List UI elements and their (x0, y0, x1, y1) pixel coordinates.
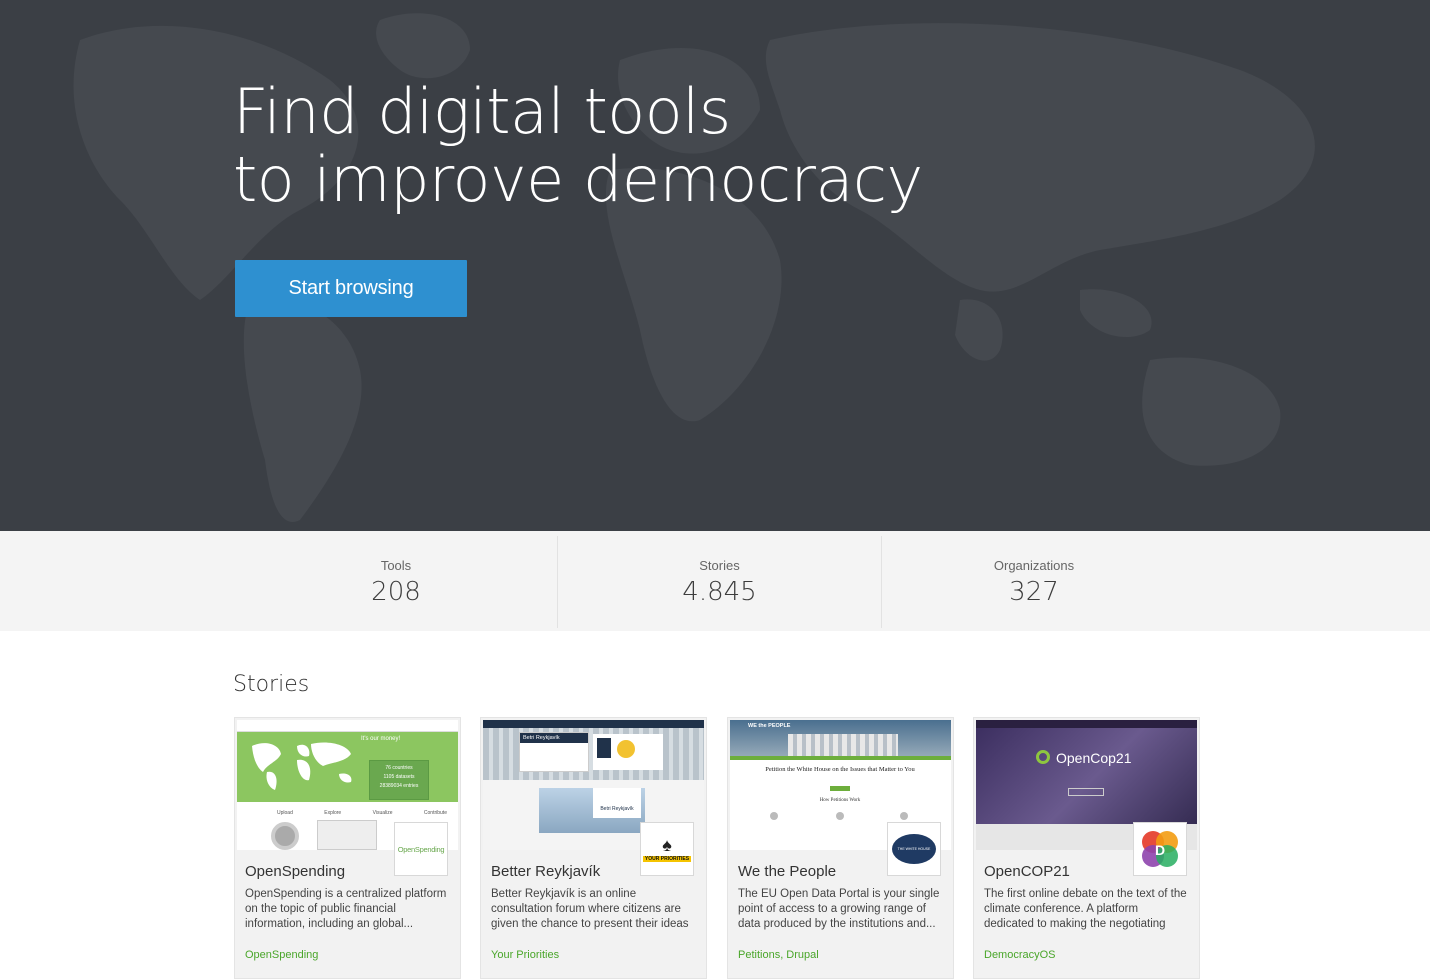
stat-label: Organizations (993, 558, 1075, 573)
story-card-title[interactable]: OpenCOP21 (984, 863, 1070, 880)
stat-label: Tools (380, 558, 412, 573)
thumb-emblem (593, 734, 663, 770)
democracyos-icon: D (1142, 831, 1178, 867)
thumb-headline: It's our money! (361, 736, 401, 742)
start-browsing-button[interactable]: Start browsing (235, 260, 467, 317)
story-card-tags[interactable]: DemocracyOS (984, 949, 1056, 961)
hero-banner: Find digital tools to improve democracy … (0, 0, 1430, 531)
story-card-description: Better Reykjavík is an online consultati… (491, 888, 689, 930)
hero-title-line-1: Find digital tools (233, 75, 731, 148)
story-card-title[interactable]: Better Reykjavík (491, 863, 600, 880)
thumb-headline: Petition the White House on the Issues t… (765, 766, 915, 773)
story-card-title[interactable]: We the People (738, 863, 836, 880)
stat-value: 4.845 (682, 577, 757, 607)
story-card-we-the-people[interactable]: WE the PEOPLE Petition the White House o… (727, 717, 954, 979)
thumb-menu: Upload Explore Visualize Contribute (277, 810, 447, 816)
stories-section-title: Stories (233, 672, 310, 697)
thumb-sub: Betri Reykjavík (593, 788, 641, 818)
story-card-opencop21[interactable]: OpenCop21 D OpenCOP21 The first online d… (973, 717, 1200, 979)
white-house-logo: THE WHITE HOUSE (887, 822, 941, 876)
stat-label: Stories (699, 558, 740, 573)
stat-stories[interactable]: Stories 4.845 (558, 536, 881, 628)
story-card-better-reykjavik[interactable]: Betri Reykjavík Betri Reykjavík ♠ YOUR P… (480, 717, 707, 979)
stat-tools[interactable]: Tools 208 (235, 536, 557, 628)
opencop-mark (1036, 750, 1050, 764)
story-card-tags[interactable]: OpenSpending (245, 949, 318, 961)
thumb-chart-circle (271, 822, 299, 850)
world-map-thumbnail (252, 742, 352, 790)
openspending-logo: OpenSpending (394, 822, 448, 876)
stat-value: 327 (1009, 577, 1059, 607)
thumb-headline: Betri Reykjavík (520, 733, 588, 743)
thumb-count-entries: 28389034 entries (379, 783, 419, 789)
democracyos-logo: D (1133, 822, 1187, 876)
story-card-title[interactable]: OpenSpending (245, 863, 345, 880)
stats-bar: Tools 208 Stories 4.845 Organizations 32… (0, 531, 1430, 631)
thumb-menu-upload: Upload (277, 810, 293, 816)
thumb-count-countries: 76 countries (385, 765, 413, 771)
thumb-menu-explore: Explore (324, 810, 342, 816)
thumb-panel: Betri Reykjavík (519, 732, 589, 772)
thumb-sub: How Petitions Work (819, 798, 861, 803)
thumb-table (317, 820, 377, 850)
your-priorities-logo: ♠ YOUR PRIORITIES (640, 822, 694, 876)
hero-title-line-2: to improve democracy (233, 143, 923, 216)
thumb-menu-contribute: Contribute (423, 810, 447, 816)
thumb-brand: OpenCop21 (1056, 750, 1132, 766)
svg-text:D: D (1155, 842, 1165, 858)
stat-organizations[interactable]: Organizations 327 (882, 536, 1186, 628)
hero-title: Find digital tools to improve democracy (233, 78, 923, 214)
story-card-description: The first online debate on the text of t… (984, 888, 1187, 930)
thumb-counts: 76 countries 1105 datasets 28389034 entr… (369, 760, 429, 800)
story-card-tags[interactable]: Petitions, Drupal (738, 949, 819, 961)
story-card-description: The EU Open Data Portal is your single p… (738, 888, 940, 930)
stat-value: 208 (371, 577, 421, 607)
story-card-description: OpenSpending is a centralized platform o… (245, 888, 447, 930)
story-card-tags[interactable]: Your Priorities (491, 949, 559, 961)
thumb-menu-visualize: Visualize (372, 810, 393, 816)
story-card-openspending[interactable]: It's our money! 76 countries 1105 datase… (234, 717, 461, 979)
thumb-brand: WE the PEOPLE (748, 723, 791, 729)
thumb-count-datasets: 1105 datasets (383, 774, 415, 780)
